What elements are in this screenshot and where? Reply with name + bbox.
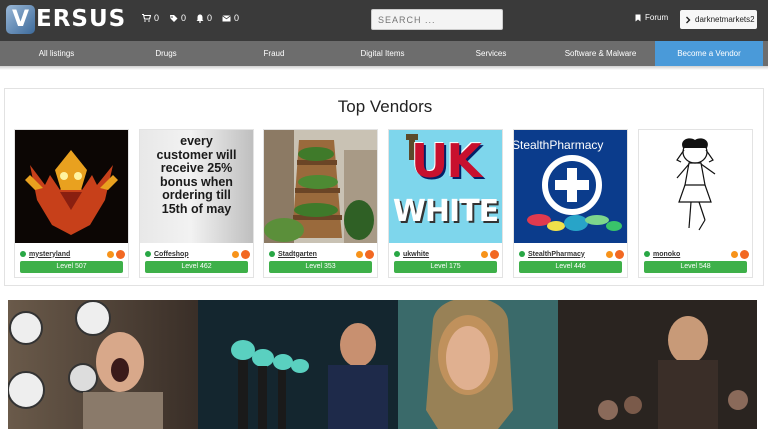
message-count: 0 [234,13,240,23]
vendor-image-text-bottom: WHITE [392,194,499,229]
cart-counter[interactable]: 0 [142,13,159,23]
vendor-name-link[interactable]: StealthPharmacy [528,251,606,258]
online-status-dot [519,251,525,257]
vendor-image[interactable]: UK WHITE [389,130,502,243]
vendor-meta: Coffeshop [145,248,250,260]
online-status-dot [20,251,26,257]
vendor-level-badge: Level 507 [20,261,123,273]
forum-label: Forum [645,13,669,22]
tag-count: 0 [181,13,187,23]
monero-icon [365,249,374,259]
nav-services[interactable]: Services [436,41,546,66]
forum-link[interactable]: Forum [635,13,668,22]
user-label: darknetmarkets2 [695,15,755,24]
online-status-dot [644,251,650,257]
vendor-name-link[interactable]: Stadtgarten [278,251,356,258]
nav-software-malware[interactable]: Software & Malware [546,41,655,66]
top-vendors-panel: Top Vendors mysteryland Level 507 every … [4,88,764,286]
vendor-level-badge: Level 548 [644,261,747,273]
vendor-level-badge: Level 462 [145,261,248,273]
monero-icon [116,249,125,259]
monero-icon [490,249,499,259]
site-logo[interactable]: V ERSUS [6,4,126,34]
monero-icon [615,249,624,259]
nav-fraud[interactable]: Fraud [219,41,329,66]
nav-shadow [0,66,768,70]
tag-counter[interactable]: 0 [169,13,186,23]
vendor-card[interactable]: Stadtgarten Level 353 [263,129,378,278]
vendor-image[interactable] [264,130,377,243]
bitcoin-icon [481,250,488,258]
vendor-image-text: every customer will receive 25% bonus wh… [156,134,237,216]
vendor-image[interactable] [15,130,128,243]
bell-count: 0 [207,13,213,23]
vendor-card[interactable]: UK WHITE ukwhite Level 175 [388,129,503,278]
vendor-meta: mysteryland [20,248,125,260]
online-status-dot [394,251,400,257]
monero-icon [740,249,749,259]
bitcoin-icon [107,250,114,258]
nav-become-vendor[interactable]: Become a Vendor [655,41,763,66]
nav-digital-items[interactable]: Digital Items [329,41,436,66]
chevron-right-icon [686,16,691,23]
bitcoin-icon [356,250,363,258]
promo-banner-image[interactable] [8,300,757,429]
vendor-image-text-top: UK [411,134,482,188]
top-bar: V ERSUS 0 0 0 0 Forum darknetmarkets2 [0,0,768,41]
monero-icon [241,249,250,259]
vendor-level-badge: Level 446 [519,261,622,273]
vendor-name-link[interactable]: ukwhite [403,251,481,258]
tag-icon [170,14,178,22]
vendor-image[interactable] [639,130,752,243]
search-input[interactable] [371,9,503,30]
online-status-dot [269,251,275,257]
vendor-name-link[interactable]: monoko [653,251,731,258]
cart-count: 0 [154,13,160,23]
nav-all-listings[interactable]: All listings [0,41,113,66]
bell-icon [196,14,204,23]
header-counters: 0 0 0 0 [142,13,239,23]
bitcoin-icon [606,250,613,258]
logo-text: ERSUS [36,6,127,32]
envelope-icon [222,14,231,21]
bitcoin-icon [232,250,239,258]
vendor-image[interactable]: StealthPharmacy [514,130,627,243]
message-counter[interactable]: 0 [222,13,239,23]
vendor-card[interactable]: StealthPharmacy StealthPharmacy Level 44… [513,129,628,278]
bitcoin-icon [731,250,738,258]
vendor-card[interactable]: mysteryland Level 507 [14,129,129,278]
vendor-meta: ukwhite [394,248,499,260]
vendor-meta: Stadtgarten [269,248,374,260]
nav-drugs[interactable]: Drugs [113,41,219,66]
bookmark-icon [635,14,641,21]
vendor-name-link[interactable]: Coffeshop [154,251,232,258]
vendor-meta: StealthPharmacy [519,248,624,260]
vendor-card[interactable]: monoko Level 548 [638,129,753,278]
top-vendors-title: Top Vendors [337,97,433,116]
online-status-dot [145,251,151,257]
bell-counter[interactable]: 0 [196,13,212,23]
cart-icon [142,14,151,22]
category-nav: All listings Drugs Fraud Digital Items S… [0,41,768,66]
vendor-image[interactable]: every customer will receive 25% bonus wh… [140,130,253,243]
vendor-meta: monoko [644,248,749,260]
vendor-level-badge: Level 353 [269,261,372,273]
vendor-level-badge: Level 175 [394,261,497,273]
logo-mark: V [6,4,35,34]
user-menu-button[interactable]: darknetmarkets2 [680,10,757,29]
vendor-name-link[interactable]: mysteryland [29,251,107,258]
vendor-card[interactable]: every customer will receive 25% bonus wh… [139,129,254,278]
